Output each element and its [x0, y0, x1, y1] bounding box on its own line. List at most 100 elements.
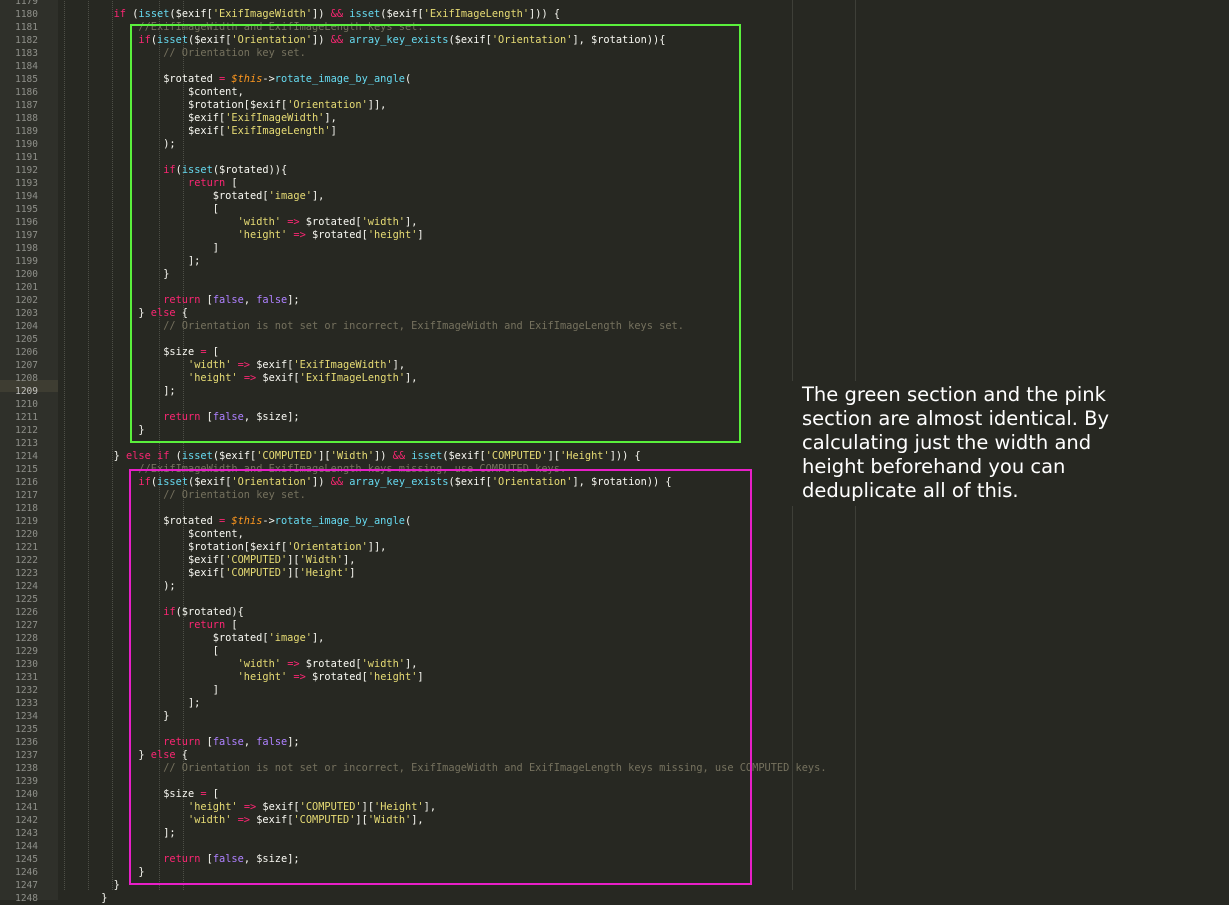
- line-number: 1183: [15, 48, 38, 59]
- line-number: 1188: [15, 113, 38, 124]
- line-number: 1191: [15, 152, 38, 163]
- line-number: 1202: [15, 295, 38, 306]
- line-number: 1229: [15, 646, 38, 657]
- line-number: 1223: [15, 568, 38, 579]
- line-number: 1181: [15, 22, 38, 33]
- green-highlight-box: [130, 24, 741, 443]
- code-token: 'ExifImageWidth': [212, 8, 313, 20]
- code-token: ]): [374, 450, 393, 462]
- code-token: if: [113, 8, 127, 20]
- line-number: 1210: [15, 399, 38, 410]
- line-number: 1213: [15, 438, 38, 449]
- line-number: 1238: [15, 763, 38, 774]
- line-number: 1236: [15, 737, 38, 748]
- code-token: else: [126, 450, 151, 462]
- line-number: 1209: [15, 386, 38, 397]
- line-number: 1237: [15, 750, 38, 761]
- line-number: 1240: [15, 789, 38, 800]
- annotation-text: The green section and the pink section a…: [802, 383, 1110, 502]
- code-line[interactable]: } else if (isset($exif['COMPUTED']['Widt…: [64, 450, 641, 463]
- line-number: 1204: [15, 321, 38, 332]
- code-token: isset: [349, 8, 381, 20]
- line-number: 1215: [15, 464, 38, 475]
- line-number: 1200: [15, 269, 38, 280]
- code-token: 'Height': [560, 450, 610, 462]
- line-number: 1235: [15, 724, 38, 735]
- line-number: 1212: [15, 425, 38, 436]
- line-number: 1221: [15, 542, 38, 553]
- code-token: }: [64, 450, 126, 462]
- code-token: ($exif[: [212, 450, 257, 462]
- line-number: 1225: [15, 594, 38, 605]
- code-line[interactable]: }: [64, 879, 120, 892]
- code-token: ($exif[: [380, 8, 424, 20]
- line-number: 1234: [15, 711, 38, 722]
- code-token: }: [64, 892, 108, 904]
- line-number: 1199: [15, 256, 38, 267]
- pink-highlight-box: [129, 469, 752, 885]
- line-number: 1227: [15, 620, 38, 631]
- line-number: 1241: [15, 802, 38, 813]
- line-number: 1230: [15, 659, 38, 670]
- code-token: isset: [411, 450, 443, 462]
- line-number: 1197: [15, 230, 38, 241]
- line-number: 1211: [15, 412, 38, 423]
- line-number: 1246: [15, 867, 38, 878]
- line-number: 1196: [15, 217, 38, 228]
- code-token: ($exif[: [169, 8, 213, 20]
- line-number: 1201: [15, 282, 38, 293]
- code-token: }: [64, 879, 120, 891]
- code-token: isset: [181, 450, 213, 462]
- code-token: 'COMPUTED': [485, 450, 548, 462]
- line-number-gutter: 1179 1180 1181 1182 1183 1184 1185 1186 1187 1188…: [0, 0, 58, 904]
- line-number: 1219: [15, 516, 38, 527]
- code-token: ][: [547, 450, 561, 462]
- code-token: ])) {: [609, 450, 641, 462]
- line-number: 1190: [15, 139, 38, 150]
- code-token: (: [169, 450, 182, 462]
- line-number: 1222: [15, 555, 38, 566]
- code-token: 'Width': [330, 450, 375, 462]
- line-number: 1192: [15, 165, 38, 176]
- line-number: 1189: [15, 126, 38, 137]
- line-number: 1245: [15, 854, 38, 865]
- line-number: 1247: [15, 880, 38, 891]
- code-line[interactable]: if (isset($exif['ExifImageWidth']) && is…: [64, 8, 560, 21]
- line-number: 1226: [15, 607, 38, 618]
- line-number: 1220: [15, 529, 38, 540]
- line-number: 1207: [15, 360, 38, 371]
- code-token: &&: [392, 450, 406, 462]
- line-number: 1244: [15, 841, 38, 852]
- line-number: 1228: [15, 633, 38, 644]
- line-number: 1218: [15, 503, 38, 514]
- line-number: 1231: [15, 672, 38, 683]
- line-number: 1205: [15, 334, 38, 345]
- code-token: ])) {: [529, 8, 561, 20]
- code-token: ]): [312, 8, 331, 20]
- code-token: if: [157, 450, 170, 462]
- line-number: 1203: [15, 308, 38, 319]
- code-token: ][: [318, 450, 331, 462]
- code-token: isset: [138, 8, 170, 20]
- line-number: 1224: [15, 581, 38, 592]
- code-token: (: [126, 8, 139, 20]
- code-line[interactable]: }: [64, 892, 107, 905]
- line-number: 1179: [15, 0, 38, 7]
- line-number: 1194: [15, 191, 38, 202]
- line-number: 1180: [15, 9, 38, 20]
- line-number: 1206: [15, 347, 38, 358]
- code-token: &&: [330, 8, 344, 20]
- line-number: 1182: [15, 35, 38, 46]
- line-number: 1193: [15, 178, 38, 189]
- code-token: 'ExifImageLength': [423, 8, 530, 20]
- line-number: 1216: [15, 477, 38, 488]
- code-token: ($exif[: [442, 450, 486, 462]
- line-number: 1184: [15, 61, 38, 72]
- line-number: 1198: [15, 243, 38, 254]
- line-number: 1248: [15, 893, 38, 904]
